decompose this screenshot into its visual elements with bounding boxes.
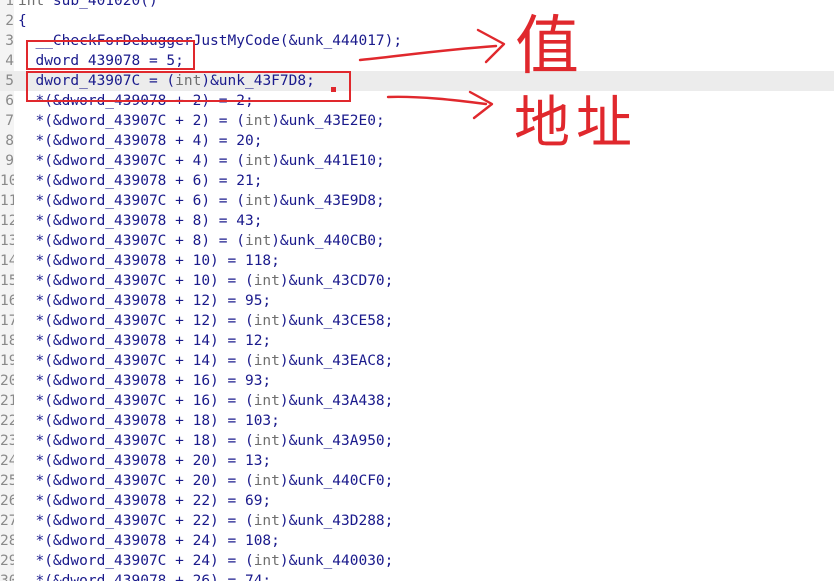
value-arrow [358, 44, 498, 62]
value-label: 值 [515, 10, 579, 84]
handwritten-annotations: 值 地址 [331, 10, 638, 156]
address-arrowhead [468, 90, 494, 120]
address-arrow [386, 95, 488, 106]
cursor-mark [331, 87, 336, 92]
address-label: 地址 [514, 91, 638, 156]
